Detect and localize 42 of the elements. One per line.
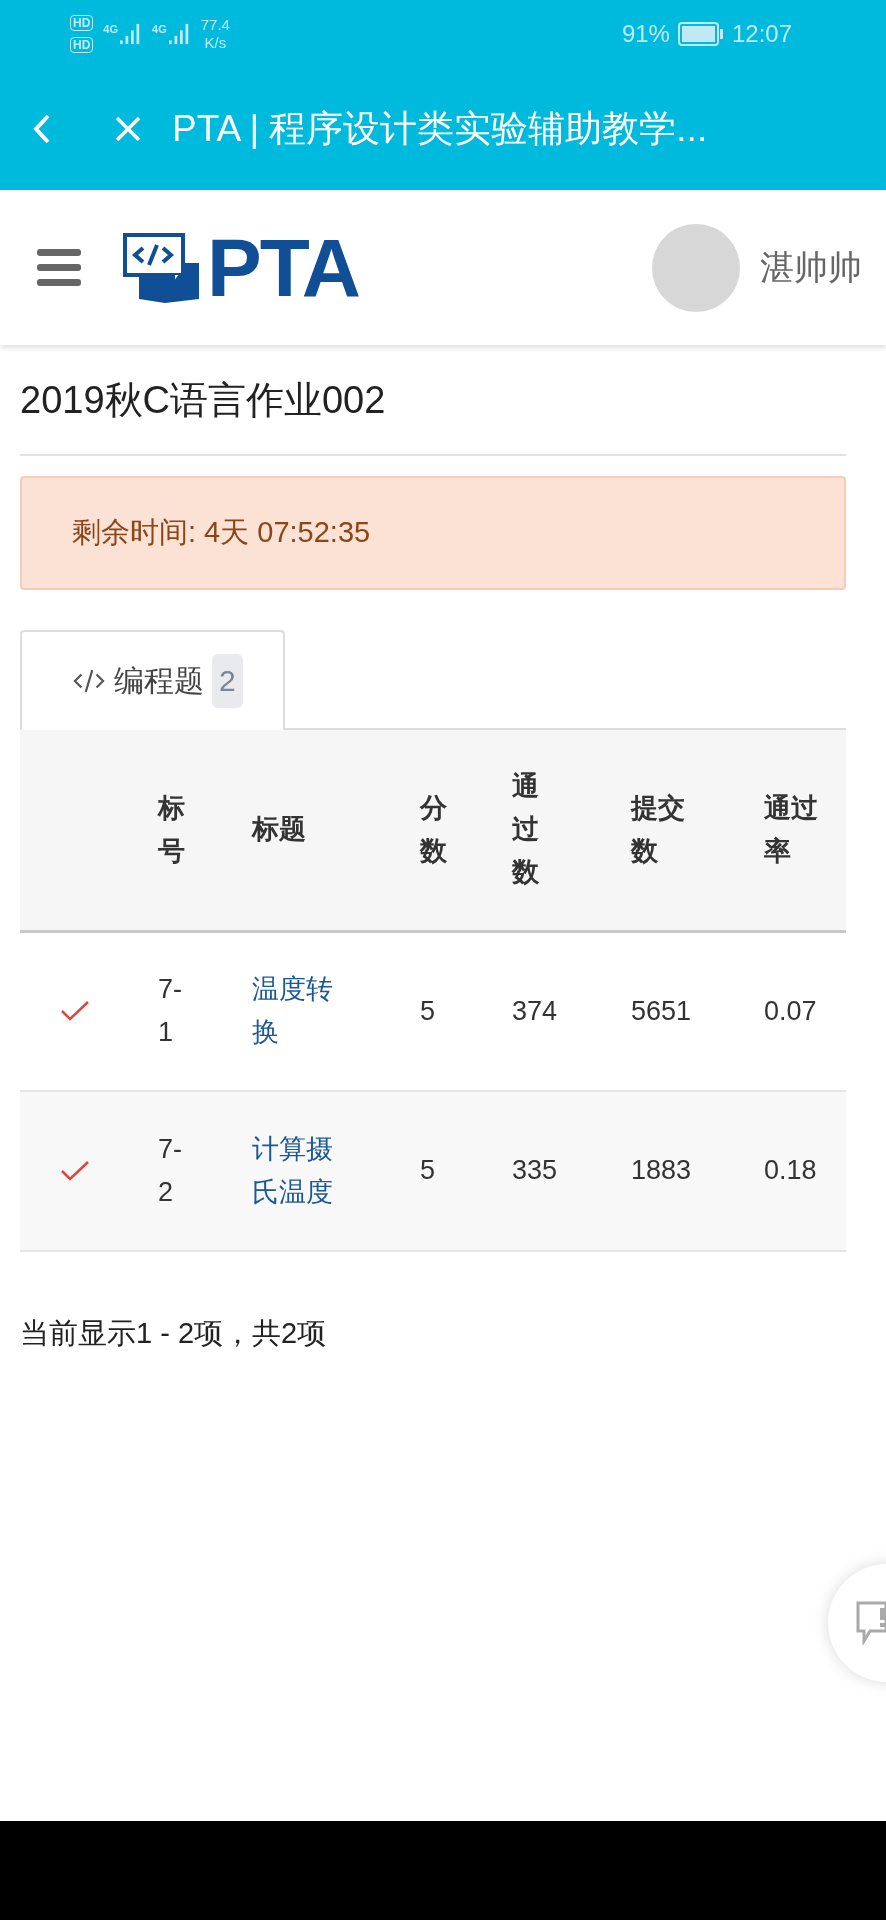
tab[interactable]: 编程题 2 (20, 630, 285, 730)
logo-text[interactable]: PTA (207, 226, 359, 309)
close-icon[interactable] (114, 115, 142, 143)
battery-icon (677, 22, 724, 46)
submission-count: 1883 (631, 1154, 693, 1188)
score: 5 (420, 1154, 437, 1188)
column-header: 通过率 (764, 791, 819, 868)
sim-badge: HD (70, 37, 94, 53)
problem-link[interactable]: 温度转换 (252, 968, 342, 1055)
back-icon[interactable] (32, 113, 52, 145)
network-label: 4G (152, 23, 167, 35)
pass-rate: 0.07 (764, 994, 818, 1028)
column-header: 分数 (420, 791, 448, 868)
feedback-icon (856, 1601, 886, 1645)
column-header: 通过数 (512, 769, 540, 890)
pass-count: 374 (512, 994, 559, 1028)
pass-rate: 0.18 (764, 1154, 818, 1188)
pass-count: 335 (512, 1154, 559, 1188)
count-badge: 2 (212, 654, 243, 708)
column-header: 标号 (158, 791, 186, 868)
sim-badge: HD (70, 15, 94, 31)
assignment-title: 2019秋C语言作业002 (20, 345, 846, 456)
speed-unit: K/s (204, 34, 227, 52)
code-chat-icon (123, 232, 199, 303)
submission-count: 5651 (631, 994, 693, 1028)
problem-number: 7-1 (158, 973, 183, 1050)
user-name[interactable]: 湛帅帅 (760, 244, 862, 291)
clock: 12:07 (731, 20, 792, 48)
page-title: PTA | 程序设计类实验辅助教学... (172, 107, 708, 151)
score: 5 (420, 994, 437, 1028)
problem-link[interactable]: 计算摄氏温度 (252, 1127, 342, 1215)
battery-percent: 91% (621, 20, 670, 48)
signal-icon (168, 23, 191, 45)
column-header: 提交数 (631, 791, 686, 868)
countdown-alert: 剩余时间: 4天 07:52:35 (20, 476, 846, 590)
pagination-info: 当前显示1 - 2项，共2项 (20, 1316, 328, 1351)
menu-icon[interactable] (37, 248, 81, 287)
code-icon (72, 668, 106, 694)
network-speed: 77.4 (200, 16, 230, 34)
column-header: 标题 (252, 813, 307, 847)
problem-number: 7-2 (158, 1132, 183, 1209)
network-label: 4G (103, 23, 119, 35)
